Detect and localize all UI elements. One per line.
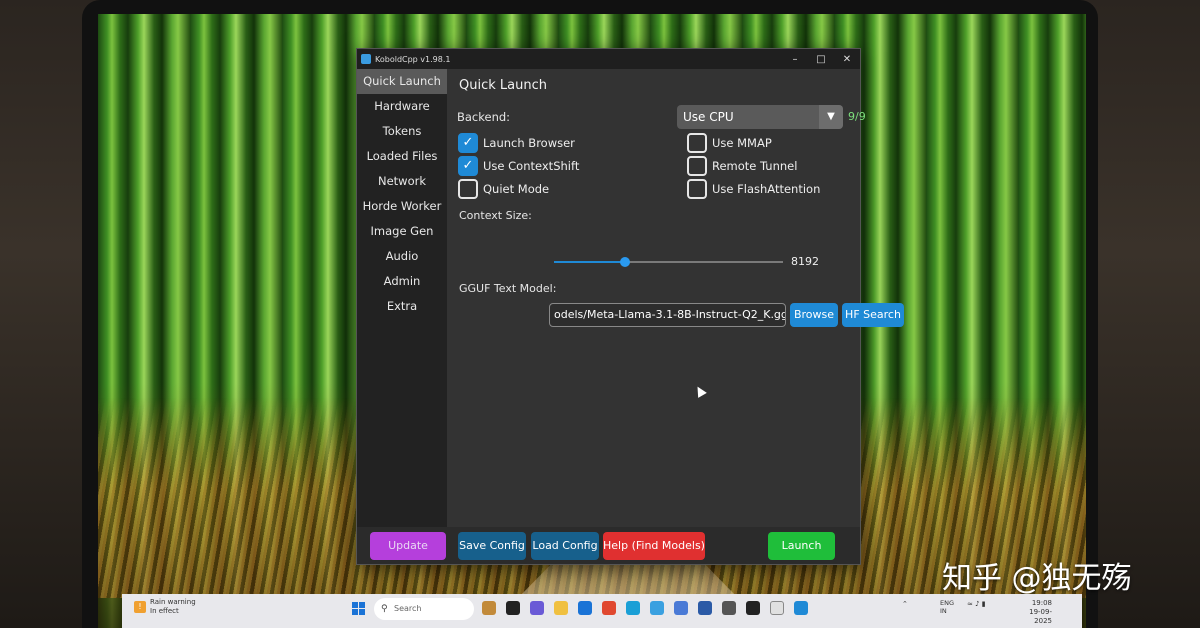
lang-line2: IN bbox=[940, 607, 947, 615]
sidebar-item-hardware[interactable]: Hardware bbox=[357, 94, 447, 119]
backend-select[interactable]: Use CPU ▼ bbox=[677, 105, 843, 129]
windows-start-icon[interactable] bbox=[352, 602, 366, 616]
gguf-model-path-input[interactable]: odels/Meta-Llama-3.1-8B-Instruct-Q2_K.gg… bbox=[549, 303, 786, 327]
backend-select-value: Use CPU bbox=[683, 110, 734, 124]
launch-browser-checkbox[interactable]: ✓ bbox=[458, 133, 478, 153]
main-panel: Quick Launch Backend: Use CPU ▼ 9/9 ✓ La… bbox=[447, 69, 904, 527]
page-title: Quick Launch bbox=[459, 78, 547, 93]
sidebar-item-audio[interactable]: Audio bbox=[357, 244, 447, 269]
language-indicator[interactable]: ENG IN bbox=[940, 599, 954, 615]
store-icon[interactable] bbox=[578, 601, 592, 615]
app-icon bbox=[361, 54, 371, 64]
chrome-icon[interactable] bbox=[602, 601, 616, 615]
weather-widget[interactable]: ! Rain warning In effect bbox=[134, 598, 196, 616]
save-config-button[interactable]: Save Config bbox=[458, 532, 526, 560]
minimize-button[interactable]: – bbox=[782, 54, 808, 65]
taskbar-search-box[interactable]: ⚲ Search bbox=[374, 598, 474, 620]
sidebar-item-extra[interactable]: Extra bbox=[357, 294, 447, 319]
slider-thumb[interactable] bbox=[619, 257, 630, 267]
edge-icon[interactable] bbox=[626, 601, 640, 615]
context-size-value: 8192 bbox=[791, 255, 819, 268]
lang-line1: ENG bbox=[940, 599, 955, 607]
tray-chevron-up-icon[interactable]: ⌃ bbox=[902, 600, 908, 608]
sidebar-item-network[interactable]: Network bbox=[357, 169, 447, 194]
terminal-icon[interactable] bbox=[746, 601, 760, 615]
sidebar-item-horde-worker[interactable]: Horde Worker bbox=[357, 194, 447, 219]
use-flashattention-label: Use FlashAttention bbox=[712, 182, 821, 196]
copilot-icon[interactable] bbox=[530, 601, 544, 615]
use-contextshift-label: Use ContextShift bbox=[483, 159, 580, 173]
clock-time: 19:08 bbox=[1031, 599, 1052, 607]
sidebar-item-tokens[interactable]: Tokens bbox=[357, 119, 447, 144]
clock-date: 19-09-2025 bbox=[1029, 608, 1052, 625]
taskbar-app-icon[interactable] bbox=[506, 601, 520, 615]
maximize-button[interactable]: □ bbox=[808, 54, 834, 65]
launch-button[interactable]: Launch bbox=[768, 532, 835, 560]
remote-tunnel-checkbox[interactable] bbox=[687, 156, 707, 176]
remote-tunnel-label: Remote Tunnel bbox=[712, 159, 798, 173]
use-flashattention-checkbox[interactable] bbox=[687, 179, 707, 199]
gguf-model-label: GGUF Text Model: bbox=[459, 282, 557, 295]
backend-label: Backend: bbox=[457, 110, 511, 124]
search-icon: ⚲ bbox=[381, 604, 388, 614]
warning-icon: ! bbox=[134, 601, 146, 613]
taskbar-app-icon[interactable] bbox=[770, 601, 784, 615]
window-title: KoboldCpp v1.98.1 bbox=[375, 54, 451, 64]
settings-gear-icon[interactable] bbox=[722, 601, 736, 615]
sidebar-item-admin[interactable]: Admin bbox=[357, 269, 447, 294]
checkmark-icon: ✓ bbox=[462, 158, 474, 173]
sidebar-item-image-gen[interactable]: Image Gen bbox=[357, 219, 447, 244]
taskbar-app-icon[interactable] bbox=[650, 601, 664, 615]
sidebar-item-loaded-files[interactable]: Loaded Files bbox=[357, 144, 447, 169]
koboldcpp-taskbar-icon[interactable] bbox=[794, 601, 808, 615]
taskbar-app-icon[interactable] bbox=[674, 601, 688, 615]
use-mmap-checkbox[interactable] bbox=[687, 133, 707, 153]
wifi-volume-battery-icon[interactable]: ≈ ♪ ▮ bbox=[967, 600, 986, 608]
weather-line2: In effect bbox=[150, 607, 179, 615]
weather-line1: Rain warning bbox=[150, 598, 196, 606]
help-find-models-button[interactable]: Help (Find Models) bbox=[603, 532, 705, 560]
backend-device-count: 9/9 bbox=[848, 110, 866, 123]
use-contextshift-checkbox[interactable]: ✓ bbox=[458, 156, 478, 176]
sidebar-item-quick-launch[interactable]: Quick Launch bbox=[357, 69, 447, 94]
context-size-slider[interactable] bbox=[554, 257, 783, 267]
slider-fill bbox=[554, 261, 625, 263]
system-clock[interactable]: 19:08 19-09-2025 bbox=[1012, 599, 1052, 626]
sidebar: Quick Launch Hardware Tokens Loaded File… bbox=[357, 69, 447, 564]
outlook-icon[interactable] bbox=[698, 601, 712, 615]
update-button[interactable]: Update bbox=[370, 532, 446, 560]
hf-search-button[interactable]: HF Search bbox=[842, 303, 904, 327]
chevron-down-icon[interactable]: ▼ bbox=[819, 105, 843, 129]
browse-button[interactable]: Browse bbox=[790, 303, 838, 327]
close-button[interactable]: ✕ bbox=[834, 54, 860, 65]
quiet-mode-label: Quiet Mode bbox=[483, 182, 550, 196]
checkmark-icon: ✓ bbox=[462, 135, 474, 150]
load-config-button[interactable]: Load Config bbox=[531, 532, 599, 560]
windows-taskbar: ! Rain warning In effect ⚲ Search ⌃ ENG IN… bbox=[122, 594, 1082, 628]
koboldcpp-window: KoboldCpp v1.98.1 – □ ✕ Quick Launch Har… bbox=[356, 48, 904, 565]
launch-browser-label: Launch Browser bbox=[483, 136, 575, 150]
footer-bar: Update Save Config Load Config Help (Fin… bbox=[357, 527, 860, 564]
file-explorer-icon[interactable] bbox=[554, 601, 568, 615]
taskbar-app-icon[interactable] bbox=[482, 601, 496, 615]
context-size-label: Context Size: bbox=[459, 209, 532, 222]
quiet-mode-checkbox[interactable] bbox=[458, 179, 478, 199]
search-placeholder: Search bbox=[394, 604, 422, 613]
zhihu-watermark: 知乎 @独无殇 bbox=[942, 561, 1132, 596]
titlebar[interactable]: KoboldCpp v1.98.1 – □ ✕ bbox=[357, 49, 860, 69]
use-mmap-label: Use MMAP bbox=[712, 136, 772, 150]
